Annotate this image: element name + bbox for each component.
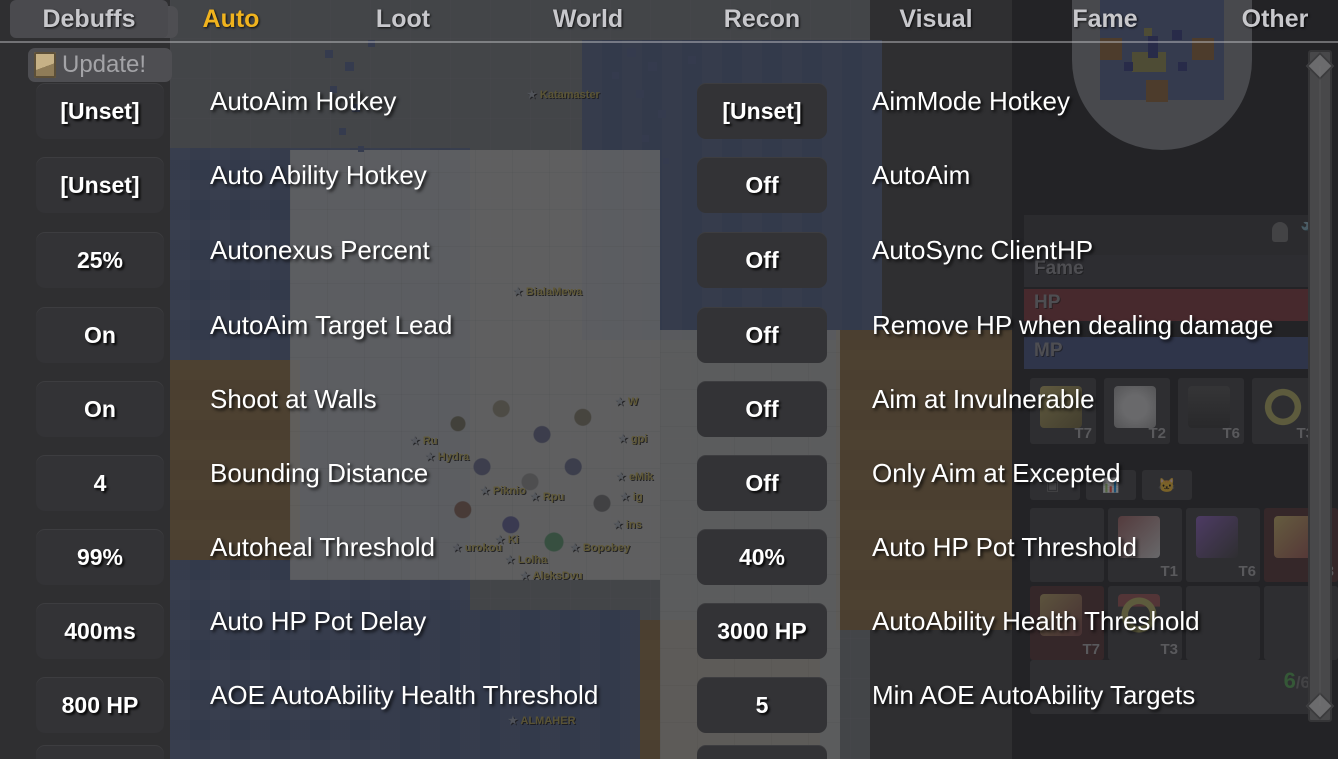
value-button-left-7[interactable]: 400ms xyxy=(36,603,164,659)
value-button-left-3[interactable]: On xyxy=(36,307,164,363)
setting-label-right-3: Remove HP when dealing damage xyxy=(872,310,1274,340)
value-button-right-8[interactable]: 5 xyxy=(697,677,827,733)
setting-label-left-8: AOE AutoAbility Health Threshold xyxy=(210,680,599,710)
value-text: [Unset] xyxy=(60,97,140,124)
settings-tab-bar: Debuffs Auto Loot World Recon Visual Fame Other xyxy=(0,0,1338,40)
value-text: Off xyxy=(745,171,779,198)
value-text: 5 xyxy=(755,691,769,718)
setting-label-left-0: AutoAim Hotkey xyxy=(210,86,397,116)
tab-world[interactable]: World xyxy=(508,0,668,38)
update-button[interactable]: Update! xyxy=(28,48,172,82)
value-text: Off xyxy=(745,395,779,422)
value-text: 4 xyxy=(93,469,107,496)
tab-label: Recon xyxy=(723,5,801,33)
value-button-right-3[interactable]: Off xyxy=(697,307,827,363)
setting-label-left-4: Shoot at Walls xyxy=(210,384,377,414)
value-text: On xyxy=(84,395,116,422)
value-button-right-6[interactable]: 40% xyxy=(697,529,827,585)
update-label: Update! xyxy=(62,51,147,78)
setting-label-right-5: Only Aim at Excepted xyxy=(872,458,1121,488)
tab-debuffs[interactable]: Debuffs xyxy=(10,0,168,38)
setting-label-left-2: Autonexus Percent xyxy=(210,235,430,265)
value-button-left-1[interactable]: [Unset] xyxy=(36,157,164,213)
value-button-left-6[interactable]: 99% xyxy=(36,529,164,585)
tab-recon[interactable]: Recon xyxy=(690,0,834,38)
setting-label-left-5: Bounding Distance xyxy=(210,458,429,488)
value-button-left-8[interactable]: 800 HP xyxy=(36,677,164,733)
tab-loot[interactable]: Loot xyxy=(330,0,476,38)
tab-label: Debuffs xyxy=(42,5,136,33)
tab-label: Other xyxy=(1241,5,1309,33)
value-text: 99% xyxy=(76,543,124,570)
setting-label-left-1: Auto Ability Hotkey xyxy=(210,160,427,190)
setting-label-right-0: AimMode Hotkey xyxy=(872,86,1070,116)
value-button-right-5[interactable]: Off xyxy=(697,455,827,511)
value-text: 40% xyxy=(738,543,786,570)
value-button-left-5[interactable]: 4 xyxy=(36,455,164,511)
value-button-left-0[interactable]: [Unset] xyxy=(36,83,164,139)
modal-dim-overlay xyxy=(0,0,1338,759)
value-text: Off xyxy=(745,469,779,496)
setting-label-left-6: Autoheal Threshold xyxy=(210,532,436,562)
setting-label-left-3: AutoAim Target Lead xyxy=(210,310,453,340)
value-button-right-2[interactable]: Off xyxy=(697,232,827,288)
game-window: ★ Katamaster★ BialaMewa★ Hydra★ Ru★ W★ g… xyxy=(0,0,1338,759)
tab-other[interactable]: Other xyxy=(1212,0,1338,38)
value-text: [Unset] xyxy=(722,97,802,124)
value-button-right-7[interactable]: 3000 HP xyxy=(697,603,827,659)
tab-label: World xyxy=(552,5,624,33)
setting-label-right-6: Auto HP Pot Threshold xyxy=(872,532,1137,562)
value-text: Off xyxy=(745,321,779,348)
tab-label: Loot xyxy=(375,5,431,33)
setting-label-right-2: AutoSync ClientHP xyxy=(872,235,1094,265)
tab-label: Visual xyxy=(899,5,973,33)
setting-label-right-1: AutoAim xyxy=(872,160,971,190)
value-button-partial[interactable] xyxy=(36,745,164,759)
value-button-partial[interactable] xyxy=(697,745,827,759)
setting-label-right-7: AutoAbility Health Threshold xyxy=(872,606,1200,636)
tab-visual[interactable]: Visual xyxy=(862,0,1010,38)
value-text: 25% xyxy=(76,246,124,273)
tab-fame[interactable]: Fame xyxy=(1012,0,1198,38)
value-text: On xyxy=(84,321,116,348)
setting-label-right-4: Aim at Invulnerable xyxy=(872,384,1095,414)
setting-label-right-8: Min AOE AutoAbility Targets xyxy=(872,680,1196,710)
value-text: 400ms xyxy=(64,617,136,644)
tab-auto[interactable]: Auto xyxy=(170,0,292,38)
value-button-right-4[interactable]: Off xyxy=(697,381,827,437)
value-text: Off xyxy=(745,246,779,273)
value-button-left-4[interactable]: On xyxy=(36,381,164,437)
value-text: 800 HP xyxy=(61,691,139,718)
value-text: 3000 HP xyxy=(717,617,807,644)
scroll-icon xyxy=(34,52,56,78)
value-text: [Unset] xyxy=(60,171,140,198)
value-button-left-2[interactable]: 25% xyxy=(36,232,164,288)
value-button-right-1[interactable]: Off xyxy=(697,157,827,213)
value-button-right-0[interactable]: [Unset] xyxy=(697,83,827,139)
tab-label: Fame xyxy=(1072,5,1138,33)
tab-bar-divider xyxy=(0,41,1338,43)
setting-label-left-7: Auto HP Pot Delay xyxy=(210,606,427,636)
tab-label: Auto xyxy=(202,5,260,33)
